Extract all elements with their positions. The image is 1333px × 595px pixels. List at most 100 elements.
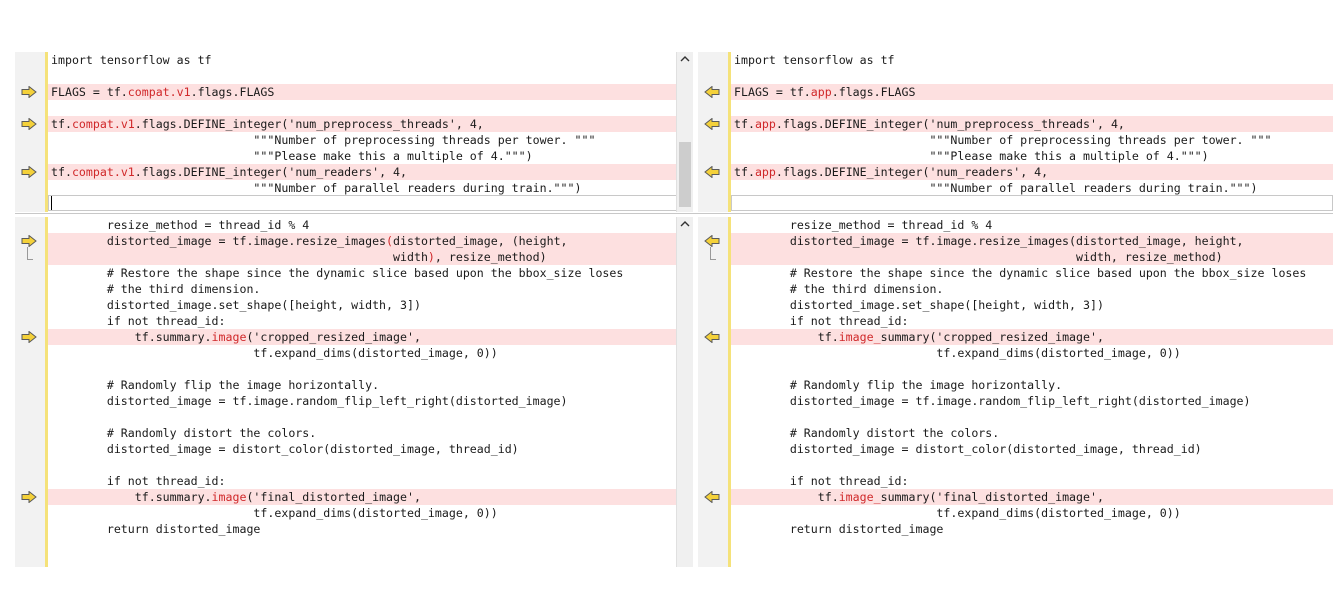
code-line: # the third dimension.: [48, 281, 693, 297]
code-line: # Randomly flip the image horizontally.: [48, 377, 693, 393]
code-line: tf.summary.image('final_distorted_image'…: [48, 489, 693, 505]
code-line-text: # the third dimension.: [51, 282, 261, 296]
code-line: import tensorflow as tf: [48, 52, 693, 68]
arrow-left-icon[interactable]: [704, 331, 720, 343]
code-line: """Number of preprocessing threads per t…: [48, 132, 693, 148]
code-line-text: width), resize_method): [51, 250, 547, 264]
left-bottom-pane[interactable]: resize_method = thread_id % 4 distorted_…: [15, 217, 693, 567]
code-line: distorted_image = tf.image.resize_images…: [48, 233, 693, 249]
change-block-bracket: [27, 247, 33, 260]
code-line: tf.image_summary('final_distorted_image'…: [731, 489, 1333, 505]
code-line-text: # Randomly distort the colors.: [51, 426, 317, 440]
code-line: [48, 68, 693, 84]
arrow-right-icon[interactable]: [21, 331, 37, 343]
code-line: tf.app.flags.DEFINE_integer('num_readers…: [731, 164, 1333, 180]
code-line: if not thread_id:: [48, 313, 693, 329]
code-line-text: distorted_image.set_shape([height, width…: [51, 298, 421, 312]
code-line: return distorted_image: [731, 521, 1333, 537]
code-line: [731, 68, 1333, 84]
arrow-right-icon[interactable]: [21, 235, 37, 247]
right-bottom-pane[interactable]: resize_method = thread_id % 4 distorted_…: [698, 217, 1333, 567]
code-line: return distorted_image: [48, 521, 693, 537]
arrow-left-icon[interactable]: [704, 491, 720, 503]
left-top-code[interactable]: import tensorflow as tf FLAGS = tf.compat…: [48, 52, 693, 212]
code-line-text: resize_method = thread_id % 4: [734, 218, 993, 232]
code-line: # the third dimension.: [731, 281, 1333, 297]
arrow-right-icon[interactable]: [21, 166, 37, 178]
code-line-text: import tensorflow as tf: [51, 53, 212, 67]
code-line-text: return distorted_image: [51, 522, 261, 536]
code-line: FLAGS = tf.app.flags.FLAGS: [731, 84, 1333, 100]
code-line-text: tf.summary.image('cropped_resized_image'…: [51, 330, 421, 344]
left-bottom-code[interactable]: resize_method = thread_id % 4 distorted_…: [48, 217, 693, 567]
code-line: tf.summary.image('cropped_resized_image'…: [48, 329, 693, 345]
code-line: if not thread_id:: [731, 473, 1333, 489]
code-line: tf.expand_dims(distorted_image, 0)): [731, 345, 1333, 361]
code-line-text: """Number of preprocessing threads per t…: [51, 133, 596, 147]
left-top-pane[interactable]: import tensorflow as tf FLAGS = tf.compat…: [15, 52, 693, 212]
code-line: """Number of preprocessing threads per t…: [731, 132, 1333, 148]
code-line-text: tf.expand_dims(distorted_image, 0)): [51, 346, 498, 360]
code-line: # Restore the shape since the dynamic sl…: [731, 265, 1333, 281]
code-line: resize_method = thread_id % 4: [731, 217, 1333, 233]
code-line-text: width, resize_method): [734, 250, 1223, 264]
chevron-up-icon[interactable]: [680, 219, 690, 229]
right-top-code[interactable]: import tensorflow as tf FLAGS = tf.app.fl…: [731, 52, 1333, 212]
code-line: if not thread_id:: [48, 473, 693, 489]
arrow-left-icon[interactable]: [704, 235, 720, 247]
code-line-text: distorted_image = tf.image.random_flip_l…: [51, 394, 568, 408]
code-line: """Number of parallel readers during tra…: [48, 180, 693, 196]
arrow-left-icon[interactable]: [704, 86, 720, 98]
code-line: [731, 100, 1333, 116]
text-caret: [51, 196, 52, 210]
code-line-text: distorted_image = tf.image.resize_images…: [51, 234, 568, 248]
code-line-text: tf.summary.image('final_distorted_image'…: [51, 490, 421, 504]
code-line: tf.compat.v1.flags.DEFINE_integer('num_p…: [48, 116, 693, 132]
arrow-left-icon[interactable]: [704, 118, 720, 130]
chevron-up-icon[interactable]: [680, 54, 690, 64]
arrow-right-icon[interactable]: [21, 491, 37, 503]
code-line: """Number of parallel readers during tra…: [731, 180, 1333, 196]
current-line-box: [48, 195, 677, 211]
right-bottom-gutter: [698, 217, 728, 567]
code-line-text: tf.expand_dims(distorted_image, 0)): [734, 506, 1181, 520]
code-line: [731, 361, 1333, 377]
code-line: distorted_image = distort_color(distorte…: [48, 441, 693, 457]
code-line: [731, 457, 1333, 473]
right-top-pane[interactable]: import tensorflow as tf FLAGS = tf.app.fl…: [698, 52, 1333, 212]
scroll-thumb[interactable]: [679, 142, 691, 207]
code-line: [48, 409, 693, 425]
code-line: distorted_image.set_shape([height, width…: [48, 297, 693, 313]
code-line: # Randomly flip the image horizontally.: [731, 377, 1333, 393]
code-line-text: resize_method = thread_id % 4: [51, 218, 310, 232]
code-line: [48, 361, 693, 377]
code-line: tf.expand_dims(distorted_image, 0)): [48, 345, 693, 361]
code-line-text: if not thread_id:: [734, 474, 909, 488]
code-line-text: tf.compat.v1.flags.DEFINE_integer('num_r…: [51, 165, 408, 179]
code-line-text: # Randomly flip the image horizontally.: [51, 378, 380, 392]
code-line-text: distorted_image = tf.image.resize_images…: [734, 234, 1244, 248]
code-line-text: if not thread_id:: [51, 474, 226, 488]
code-line: [48, 100, 693, 116]
code-line-text: # Restore the shape since the dynamic sl…: [734, 266, 1307, 280]
right-bottom-code[interactable]: resize_method = thread_id % 4 distorted_…: [731, 217, 1333, 567]
arrow-right-icon[interactable]: [21, 86, 37, 98]
arrow-left-icon[interactable]: [704, 166, 720, 178]
code-line-text: import tensorflow as tf: [734, 53, 895, 67]
code-line: [731, 409, 1333, 425]
left-bottom-gutter: [15, 217, 45, 567]
code-line-text: tf.compat.v1.flags.DEFINE_integer('num_p…: [51, 117, 484, 131]
code-line: distorted_image = tf.image.random_flip_l…: [731, 393, 1333, 409]
left-bottom-scrollbar[interactable]: [676, 217, 693, 567]
code-line-text: tf.expand_dims(distorted_image, 0)): [734, 346, 1181, 360]
code-line-text: FLAGS = tf.compat.v1.flags.FLAGS: [51, 85, 275, 99]
left-top-scrollbar[interactable]: [676, 52, 693, 212]
arrow-right-icon[interactable]: [21, 118, 37, 130]
code-line: FLAGS = tf.compat.v1.flags.FLAGS: [48, 84, 693, 100]
left-top-gutter: [15, 52, 45, 212]
